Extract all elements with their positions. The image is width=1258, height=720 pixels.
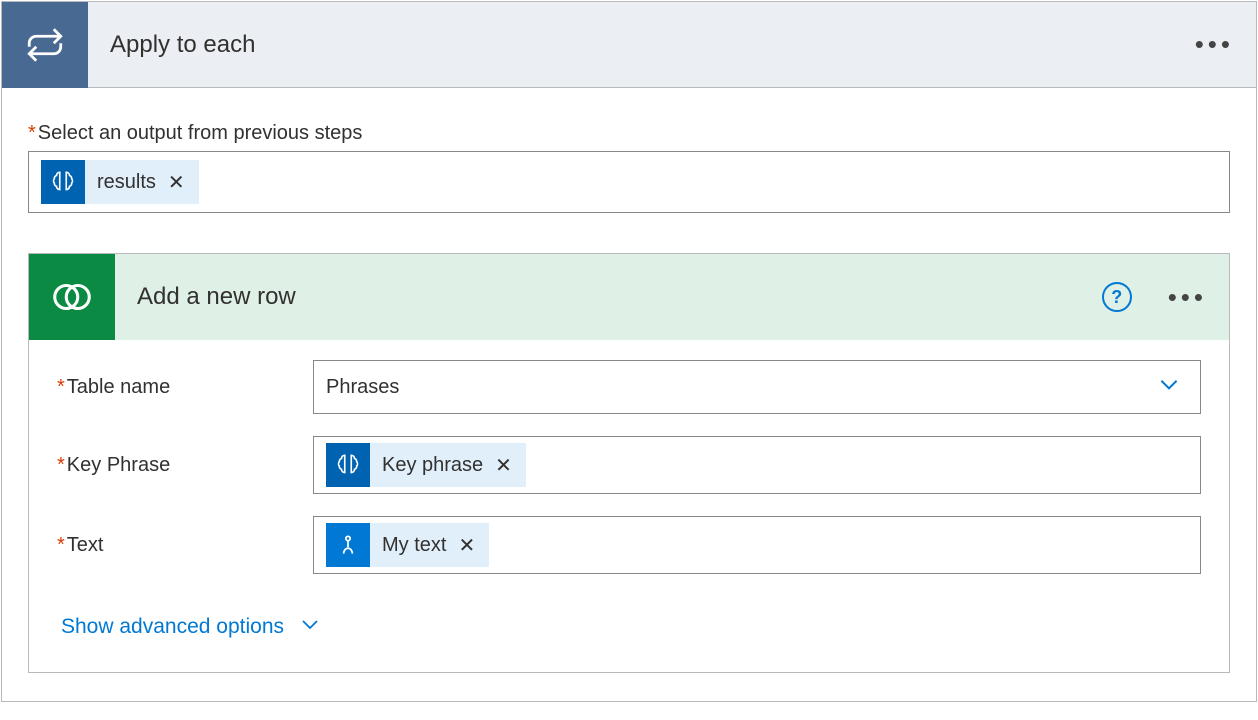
- chevron-down-icon: [298, 612, 322, 642]
- table-name-label: *Table name: [57, 376, 313, 399]
- add-new-row-more-button[interactable]: •••: [1146, 282, 1229, 313]
- loop-icon: [2, 2, 88, 88]
- text-input[interactable]: My text ✕: [313, 516, 1201, 574]
- text-row: *Text My text ✕: [57, 516, 1201, 574]
- show-advanced-options-link[interactable]: Show advanced options: [61, 612, 322, 642]
- table-name-value: Phrases: [326, 376, 399, 399]
- key-phrase-token-label: Key phrase: [370, 454, 491, 477]
- apply-to-each-title: Apply to each: [88, 31, 1173, 59]
- add-new-row-body: *Table name Phrases *Key Phrase: [29, 340, 1229, 672]
- apply-to-each-card: Apply to each ••• *Select an output from…: [1, 1, 1257, 702]
- add-new-row-header[interactable]: Add a new row ? •••: [29, 254, 1229, 340]
- table-name-select[interactable]: Phrases: [313, 360, 1201, 414]
- select-output-label: *Select an output from previous steps: [28, 122, 1230, 145]
- add-new-row-title: Add a new row: [115, 283, 1102, 311]
- results-token[interactable]: results ✕: [41, 160, 199, 204]
- my-text-token-remove[interactable]: ✕: [454, 533, 479, 558]
- select-output-input[interactable]: results ✕: [28, 151, 1230, 213]
- brain-icon: [41, 160, 85, 204]
- table-name-row: *Table name Phrases: [57, 360, 1201, 414]
- my-text-token-label: My text: [370, 534, 454, 557]
- dataverse-icon: [29, 254, 115, 340]
- chevron-down-icon: [1156, 371, 1182, 403]
- key-phrase-token[interactable]: Key phrase ✕: [326, 443, 526, 487]
- apply-to-each-header[interactable]: Apply to each •••: [2, 2, 1256, 88]
- key-phrase-input[interactable]: Key phrase ✕: [313, 436, 1201, 494]
- advanced-options-row: Show advanced options: [57, 612, 1201, 642]
- key-phrase-token-remove[interactable]: ✕: [491, 453, 516, 478]
- key-phrase-label: *Key Phrase: [57, 454, 313, 477]
- add-new-row-card: Add a new row ? ••• *Table name Phrases: [28, 253, 1230, 673]
- brain-icon: [326, 443, 370, 487]
- apply-to-each-more-button[interactable]: •••: [1173, 29, 1256, 60]
- apply-to-each-body: *Select an output from previous steps re…: [2, 88, 1256, 701]
- touch-icon: [326, 523, 370, 567]
- my-text-token[interactable]: My text ✕: [326, 523, 489, 567]
- results-token-label: results: [85, 171, 164, 194]
- text-label: *Text: [57, 534, 313, 557]
- help-button[interactable]: ?: [1102, 282, 1132, 312]
- results-token-remove[interactable]: ✕: [164, 170, 189, 195]
- key-phrase-row: *Key Phrase Key phrase ✕: [57, 436, 1201, 494]
